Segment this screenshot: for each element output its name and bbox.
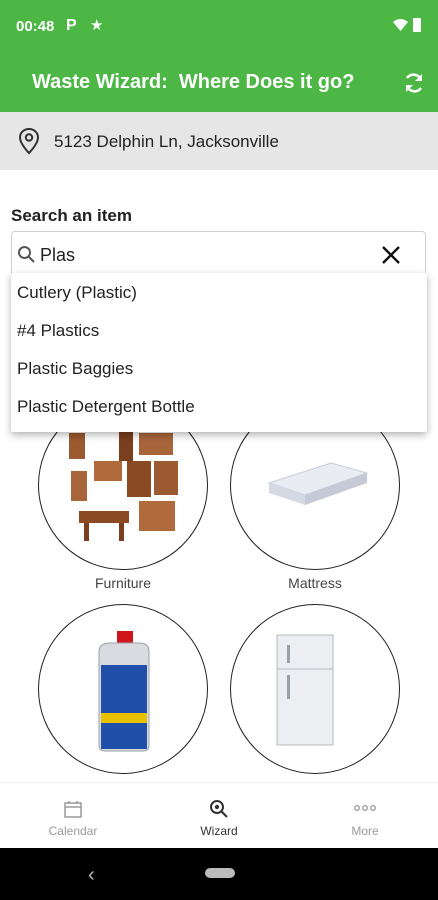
location-bar[interactable]: 5123 Delphin Ln, Jacksonville <box>0 112 438 170</box>
nav-item-wizard[interactable]: Wizard <box>146 783 292 849</box>
close-icon[interactable] <box>380 244 402 266</box>
category-label-furniture: Furniture <box>94 575 152 591</box>
app-bar: Waste Wizard: Where Does it go? <box>0 54 438 112</box>
nav-label-wizard: Wizard <box>200 824 238 838</box>
nav-item-calendar[interactable]: Calendar <box>0 783 146 849</box>
wifi-icon <box>393 19 408 31</box>
bottom-nav: Calendar Wizard More <box>0 782 438 849</box>
parking-icon: P <box>66 17 77 34</box>
page-title: Waste Wizard: Where Does it go? <box>32 71 355 93</box>
nav-label-more: More <box>351 824 379 838</box>
category-label-mattress: Mattress <box>288 575 342 591</box>
suggestion-item[interactable]: #4 Plastics <box>17 321 99 341</box>
search-input[interactable]: Plas <box>11 231 426 277</box>
calendar-icon <box>64 801 82 818</box>
search-icon <box>18 246 35 263</box>
status-bar: 00:48 P ★ <box>0 0 438 54</box>
nav-label-calendar: Calendar <box>48 824 98 838</box>
category-tile-refrigerator[interactable] <box>230 604 400 774</box>
suggestion-item[interactable]: Plastic Detergent Bottle <box>17 397 195 417</box>
status-time: 00:48 <box>16 18 55 35</box>
location-pin-icon <box>18 127 40 155</box>
search-label: Search an item <box>11 206 132 225</box>
motor-oil-bottle-image <box>98 631 150 752</box>
suggestion-item[interactable]: Cutlery (Plastic) <box>17 283 137 303</box>
category-tile-motor-oil[interactable] <box>38 604 208 774</box>
search-input-value[interactable]: Plas <box>40 245 75 266</box>
system-nav-bar: ‹ <box>0 848 438 900</box>
nav-item-more[interactable]: More <box>292 783 438 849</box>
suggestions-dropdown: Cutlery (Plastic) #4 Plastics Plastic Ba… <box>11 273 427 432</box>
star-icon: ★ <box>90 17 104 34</box>
suggestion-item[interactable]: Plastic Baggies <box>17 359 133 379</box>
wizard-search-icon <box>210 800 228 818</box>
refresh-icon[interactable] <box>402 71 426 95</box>
home-pill-icon[interactable] <box>205 868 235 878</box>
more-dots-icon <box>354 805 376 811</box>
back-icon[interactable]: ‹ <box>88 864 95 887</box>
location-address: 5123 Delphin Ln, Jacksonville <box>54 132 279 151</box>
refrigerator-image <box>276 634 334 746</box>
battery-icon <box>413 18 421 32</box>
